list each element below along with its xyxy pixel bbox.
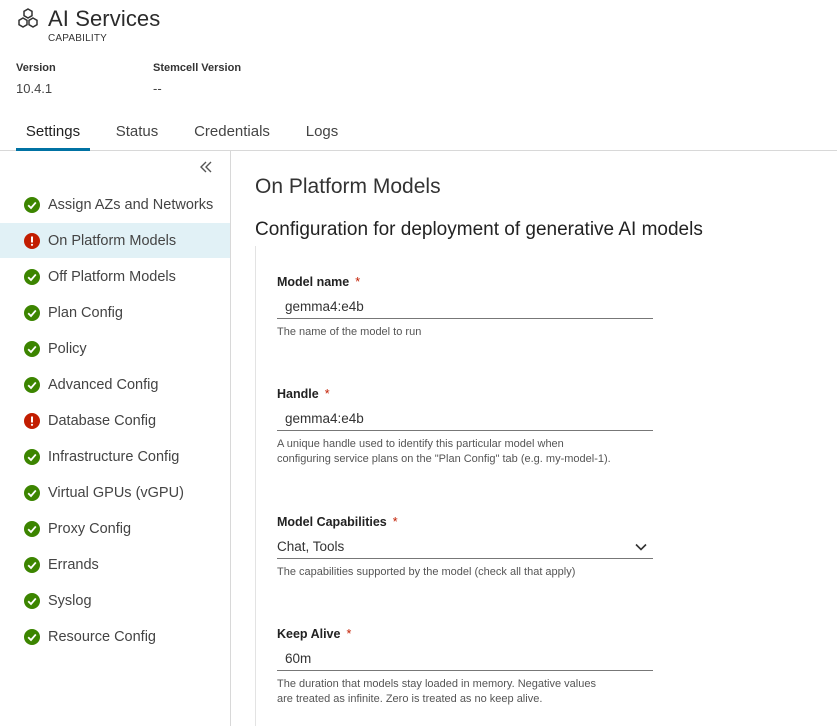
stemcell-label: Stemcell Version <box>153 62 242 74</box>
check-circle-icon <box>24 304 40 321</box>
tab-status[interactable]: Status <box>108 116 166 151</box>
model-name-field: Model name * gemma4:e4b The name of the m… <box>277 275 653 340</box>
section-title: On Platform Models <box>255 175 441 198</box>
handle-help: A unique handle used to identify this pa… <box>277 437 653 467</box>
sidebar-item-errands[interactable]: Errands <box>0 547 230 582</box>
sidebar-item-label: Virtual GPUs (vGPU) <box>48 484 184 501</box>
sidebar-item-label: Assign AZs and Networks <box>48 196 214 213</box>
model-capabilities-label-text: Model Capabilities <box>277 515 387 529</box>
sidebar-item-label: Advanced Config <box>48 376 159 393</box>
stemcell-value: -- <box>153 81 162 96</box>
sidebar-item-assign-azs-and-networks[interactable]: Assign AZs and Networks <box>0 187 230 222</box>
chevron-down-icon <box>635 543 647 551</box>
sidebar-item-label: Errands <box>48 556 99 573</box>
keep-alive-help-line1: The duration that models stay loaded in … <box>277 678 596 690</box>
keep-alive-input[interactable]: 60m <box>277 647 653 671</box>
keep-alive-field: Keep Alive * 60m The duration that models… <box>277 627 653 707</box>
sidebar-item-proxy-config[interactable]: Proxy Config <box>0 511 230 546</box>
check-circle-icon <box>24 376 40 393</box>
check-circle-icon <box>24 592 40 609</box>
model-name-label-text: Model name <box>277 275 350 289</box>
keep-alive-label-text: Keep Alive <box>277 627 341 641</box>
sidebar-item-advanced-config[interactable]: Advanced Config <box>0 367 230 402</box>
model-name-help: The name of the model to run <box>277 326 422 338</box>
title-row: AI Services <box>16 6 160 32</box>
required-marker: * <box>392 515 398 529</box>
sidebar-item-label: Database Config <box>48 412 157 429</box>
sidebar-item-plan-config[interactable]: Plan Config <box>0 295 230 330</box>
sidebar-item-label: Infrastructure Config <box>48 448 180 465</box>
check-circle-icon <box>24 340 40 357</box>
config-form: Model name * gemma4:e4b The name of the m… <box>255 246 837 726</box>
sidebar-item-label: On Platform Models <box>48 232 177 249</box>
tab-logs[interactable]: Logs <box>298 116 346 151</box>
tab-credentials[interactable]: Credentials <box>186 116 278 151</box>
sidebar-item-policy[interactable]: Policy <box>0 331 230 366</box>
sidebar: Assign AZs and Networks On Platform Model… <box>0 151 231 726</box>
check-circle-icon <box>24 448 40 465</box>
check-circle-icon <box>24 520 40 537</box>
main-content: On Platform Models Configuration for dep… <box>231 151 837 726</box>
sidebar-item-virtual-gpus-vgpu[interactable]: Virtual GPUs (vGPU) <box>0 475 230 510</box>
check-circle-icon <box>24 628 40 645</box>
keep-alive-help: The duration that models stay loaded in … <box>277 677 653 707</box>
required-marker: * <box>324 387 330 401</box>
model-capabilities-value: Chat, Tools <box>277 539 345 554</box>
tab-settings[interactable]: Settings <box>16 116 90 151</box>
model-capabilities-help: The capabilities supported by the model … <box>277 566 576 578</box>
keep-alive-help-line2: are treated as infinite. Zero is treated… <box>277 693 543 705</box>
check-circle-icon <box>24 268 40 285</box>
handle-input[interactable]: gemma4:e4b <box>277 407 653 431</box>
sidebar-item-label: Resource Config <box>48 628 156 645</box>
page-title: AI Services <box>48 6 161 31</box>
model-capabilities-field: Model Capabilities * Chat, Tools The capa… <box>277 515 653 580</box>
sidebar-item-syslog[interactable]: Syslog <box>0 583 230 618</box>
sidebar-item-on-platform-models[interactable]: On Platform Models <box>0 223 230 258</box>
handle-label-text: Handle <box>277 387 319 401</box>
error-icon <box>24 412 40 429</box>
model-name-input[interactable]: gemma4:e4b <box>277 295 653 319</box>
section-subtitle: Configuration for deployment of generati… <box>255 219 703 240</box>
model-capabilities-label: Model Capabilities * <box>277 515 653 529</box>
sidebar-item-label: Plan Config <box>48 304 123 321</box>
sidebar-item-label: Proxy Config <box>48 520 132 537</box>
check-circle-icon <box>24 484 40 501</box>
handle-help-line1: A unique handle used to identify this pa… <box>277 438 564 450</box>
model-capabilities-select[interactable]: Chat, Tools <box>277 535 653 559</box>
sidebar-item-off-platform-models[interactable]: Off Platform Models <box>0 259 230 294</box>
page-header: AI Services CAPABILITY Version 10.4.1 St… <box>0 0 837 151</box>
sidebar-item-database-config[interactable]: Database Config <box>0 403 230 438</box>
keep-alive-label: Keep Alive * <box>277 627 653 641</box>
sidebar-item-resource-config[interactable]: Resource Config <box>0 619 230 654</box>
version-value: 10.4.1 <box>16 81 53 96</box>
sidebar-item-label: Syslog <box>48 592 92 609</box>
double-chevron-left-icon[interactable] <box>196 159 216 179</box>
sidebar-item-label: Policy <box>48 340 87 357</box>
check-circle-icon <box>24 556 40 573</box>
required-marker: * <box>346 627 352 641</box>
handle-label: Handle * <box>277 387 653 401</box>
hexagon-cluster-icon <box>18 8 38 28</box>
sidebar-item-infrastructure-config[interactable]: Infrastructure Config <box>0 439 230 474</box>
tab-bar: Settings Status Credentials Logs <box>0 116 837 151</box>
model-name-label: Model name * <box>277 275 653 289</box>
handle-field: Handle * gemma4:e4b A unique handle used … <box>277 387 653 467</box>
handle-help-line2: configuring service plans on the "Plan C… <box>277 453 611 465</box>
check-circle-icon <box>24 196 40 213</box>
error-icon <box>24 232 40 249</box>
required-marker: * <box>355 275 361 289</box>
version-label: Version <box>16 62 56 74</box>
version-block: Version 10.4.1 <box>16 62 56 96</box>
sidebar-item-label: Off Platform Models <box>48 268 176 285</box>
stemcell-block: Stemcell Version -- <box>153 62 241 96</box>
page-subtitle: CAPABILITY <box>48 33 108 44</box>
